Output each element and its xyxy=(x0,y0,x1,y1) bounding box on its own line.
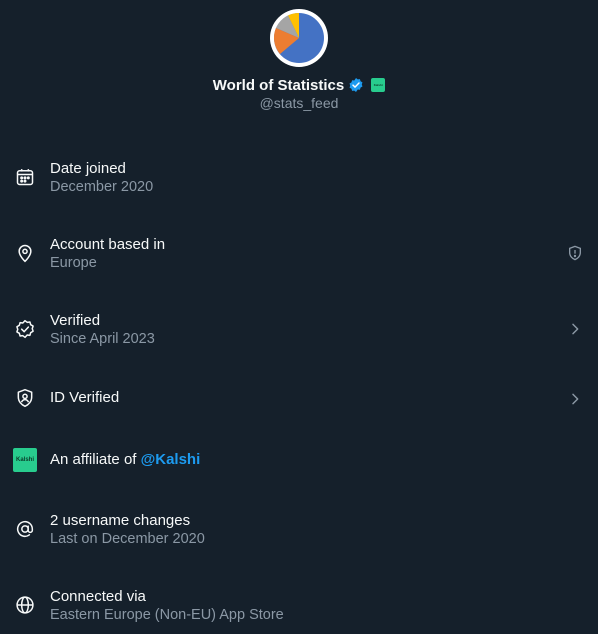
row-title: 2 username changes xyxy=(50,512,191,529)
row-username-changes: 2 username changes Last on December 2020 xyxy=(0,502,598,562)
row-subtitle: Since April 2023 xyxy=(50,331,155,347)
row-title: ID Verified xyxy=(50,389,120,406)
verified-check-icon xyxy=(14,318,36,340)
affiliate-prefix: An affiliate of xyxy=(50,451,141,468)
row-subtitle: Last on December 2020 xyxy=(50,531,205,547)
row-id-verified[interactable]: ID Verified xyxy=(0,370,598,430)
handle: @stats_feed xyxy=(259,95,339,111)
affiliate-badge-text: Kalshi xyxy=(373,83,383,87)
chevron-right-icon[interactable] xyxy=(566,320,584,338)
row-subtitle: December 2020 xyxy=(50,179,154,195)
kalshi-mention-link[interactable]: @Kalshi xyxy=(141,451,201,468)
row-text: Connected via Eastern Europe (Non-EU) Ap… xyxy=(50,588,284,624)
shield-alert-icon[interactable] xyxy=(566,244,584,262)
name-row: World of Statistics Kalshi xyxy=(0,75,598,95)
location-pin-icon xyxy=(14,242,36,264)
row-text: An affiliate of @Kalshi xyxy=(50,451,200,469)
row-text: ID Verified xyxy=(50,389,119,407)
kalshi-logo-text: Kalshi xyxy=(15,457,34,463)
globe-icon xyxy=(14,594,36,616)
row-text: Verified Since April 2023 xyxy=(50,312,155,348)
row-text: Account based in Europe xyxy=(50,236,165,272)
chevron-right-icon[interactable] xyxy=(566,390,584,408)
calendar-icon xyxy=(14,166,36,188)
display-name: World of Statistics xyxy=(212,76,345,94)
id-badge-icon xyxy=(14,387,36,409)
pie-chart-avatar xyxy=(274,13,324,63)
row-verified[interactable]: Verified Since April 2023 xyxy=(0,302,598,362)
row-title: An affiliate of @Kalshi xyxy=(50,451,200,469)
affiliate-badge-icon[interactable]: Kalshi xyxy=(371,78,386,92)
row-title: Account based in xyxy=(50,236,166,253)
row-date-joined: Date joined December 2020 xyxy=(0,150,598,210)
row-subtitle: Eastern Europe (Non-EU) App Store xyxy=(50,607,284,623)
row-connected-via: Connected via Eastern Europe (Non-EU) Ap… xyxy=(0,578,598,634)
row-subtitle: Europe xyxy=(50,255,97,271)
row-affiliate: Kalshi An affiliate of @Kalshi xyxy=(0,434,598,494)
row-title: Date joined xyxy=(50,160,126,177)
avatar[interactable] xyxy=(270,9,328,67)
verified-badge-icon[interactable] xyxy=(348,77,364,93)
row-account-based-in: Account based in Europe xyxy=(0,226,598,286)
row-title: Connected via xyxy=(50,588,146,605)
row-title: Verified xyxy=(50,312,101,329)
row-text: Date joined December 2020 xyxy=(50,160,153,196)
at-sign-icon xyxy=(14,518,36,540)
row-text: 2 username changes Last on December 2020 xyxy=(50,512,205,548)
kalshi-logo[interactable]: Kalshi xyxy=(13,448,37,472)
profile-header: World of Statistics Kalshi @stats_feed xyxy=(0,0,598,120)
